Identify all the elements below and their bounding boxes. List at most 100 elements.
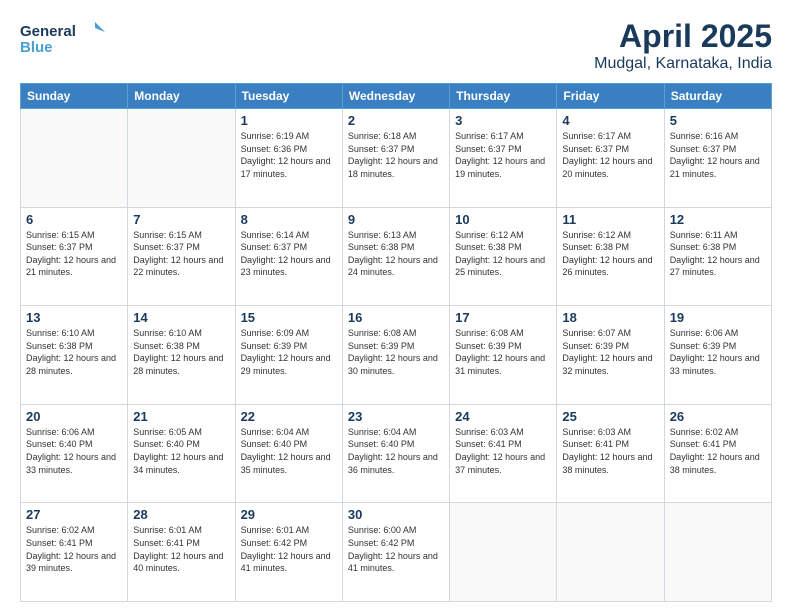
day-number: 9 xyxy=(348,212,444,227)
calendar-cell: 16Sunrise: 6:08 AM Sunset: 6:39 PM Dayli… xyxy=(342,306,449,405)
day-number: 12 xyxy=(670,212,766,227)
day-number: 11 xyxy=(562,212,658,227)
day-number: 5 xyxy=(670,113,766,128)
day-info: Sunrise: 6:07 AM Sunset: 6:39 PM Dayligh… xyxy=(562,327,658,377)
logo: General Blue xyxy=(20,18,110,67)
day-number: 4 xyxy=(562,113,658,128)
day-info: Sunrise: 6:12 AM Sunset: 6:38 PM Dayligh… xyxy=(455,229,551,279)
calendar-cell: 23 Sunrise: 6:04 AM Sunset: 6:40 PM Dayli… xyxy=(342,404,449,503)
calendar-cell: 19 Sunrise: 6:06 AM Sunset: 6:39 PM Dayli… xyxy=(664,306,771,405)
day-number: 14 xyxy=(133,310,229,325)
svg-text:General: General xyxy=(20,23,76,40)
calendar-cell: 5 Sunrise: 6:16 AM Sunset: 6:37 PM Daylig… xyxy=(664,109,771,208)
day-info: Sunrise: 6:03 AM Sunset: 6:41 PM Dayligh… xyxy=(562,426,658,476)
day-number: 23 xyxy=(348,409,444,424)
calendar-cell: 25 Sunrise: 6:03 AM Sunset: 6:41 PM Dayli… xyxy=(557,404,664,503)
calendar-cell: 24 Sunrise: 6:03 AM Sunset: 6:41 PM Dayli… xyxy=(450,404,557,503)
day-info: Sunrise: 6:02 AM Sunset: 6:41 PM Dayligh… xyxy=(26,524,122,574)
day-number: 25 xyxy=(562,409,658,424)
calendar-cell xyxy=(557,503,664,602)
calendar-cell: 10 Sunrise: 6:12 AM Sunset: 6:38 PM Dayli… xyxy=(450,207,557,306)
day-info: Sunrise: 6:00 AM Sunset: 6:42 PM Dayligh… xyxy=(348,524,444,574)
title-area: April 2025 Mudgal, Karnataka, India xyxy=(594,18,772,73)
day-info: Sunrise: 6:03 AM Sunset: 6:41 PM Dayligh… xyxy=(455,426,551,476)
day-number: 8 xyxy=(241,212,337,227)
day-number: 24 xyxy=(455,409,551,424)
calendar-cell: 2 Sunrise: 6:18 AM Sunset: 6:37 PM Daylig… xyxy=(342,109,449,208)
day-info: Sunrise: 6:11 AM Sunset: 6:38 PM Dayligh… xyxy=(670,229,766,279)
day-number: 6 xyxy=(26,212,122,227)
day-info: Sunrise: 6:15 AM Sunset: 6:37 PM Dayligh… xyxy=(133,229,229,279)
calendar-cell: 29Sunrise: 6:01 AM Sunset: 6:42 PM Dayli… xyxy=(235,503,342,602)
calendar-week-row: 1 Sunrise: 6:19 AM Sunset: 6:36 PM Daylig… xyxy=(21,109,772,208)
calendar-week-row: 6 Sunrise: 6:15 AM Sunset: 6:37 PM Daylig… xyxy=(21,207,772,306)
day-info: Sunrise: 6:15 AM Sunset: 6:37 PM Dayligh… xyxy=(26,229,122,279)
calendar-cell: 8 Sunrise: 6:14 AM Sunset: 6:37 PM Daylig… xyxy=(235,207,342,306)
day-number: 13 xyxy=(26,310,122,325)
day-number: 28 xyxy=(133,507,229,522)
day-number: 22 xyxy=(241,409,337,424)
calendar-cell: 18Sunrise: 6:07 AM Sunset: 6:39 PM Dayli… xyxy=(557,306,664,405)
calendar-day-header: Thursday xyxy=(450,84,557,109)
day-info: Sunrise: 6:05 AM Sunset: 6:40 PM Dayligh… xyxy=(133,426,229,476)
day-info: Sunrise: 6:17 AM Sunset: 6:37 PM Dayligh… xyxy=(562,130,658,180)
calendar-cell: 14Sunrise: 6:10 AM Sunset: 6:38 PM Dayli… xyxy=(128,306,235,405)
day-info: Sunrise: 6:06 AM Sunset: 6:39 PM Dayligh… xyxy=(670,327,766,377)
day-number: 20 xyxy=(26,409,122,424)
calendar-cell: 17Sunrise: 6:08 AM Sunset: 6:39 PM Dayli… xyxy=(450,306,557,405)
calendar-table: SundayMondayTuesdayWednesdayThursdayFrid… xyxy=(20,83,772,602)
day-info: Sunrise: 6:09 AM Sunset: 6:39 PM Dayligh… xyxy=(241,327,337,377)
svg-text:Blue: Blue xyxy=(20,39,53,56)
day-number: 1 xyxy=(241,113,337,128)
day-info: Sunrise: 6:01 AM Sunset: 6:41 PM Dayligh… xyxy=(133,524,229,574)
day-number: 3 xyxy=(455,113,551,128)
calendar-cell: 7 Sunrise: 6:15 AM Sunset: 6:37 PM Daylig… xyxy=(128,207,235,306)
calendar-cell: 11Sunrise: 6:12 AM Sunset: 6:38 PM Dayli… xyxy=(557,207,664,306)
day-number: 2 xyxy=(348,113,444,128)
calendar-cell xyxy=(128,109,235,208)
day-info: Sunrise: 6:06 AM Sunset: 6:40 PM Dayligh… xyxy=(26,426,122,476)
calendar-week-row: 13Sunrise: 6:10 AM Sunset: 6:38 PM Dayli… xyxy=(21,306,772,405)
calendar-day-header: Sunday xyxy=(21,84,128,109)
page: General Blue April 2025 Mudgal, Karnatak… xyxy=(0,0,792,612)
day-info: Sunrise: 6:02 AM Sunset: 6:41 PM Dayligh… xyxy=(670,426,766,476)
calendar-cell: 15 Sunrise: 6:09 AM Sunset: 6:39 PM Dayli… xyxy=(235,306,342,405)
calendar-cell: 3Sunrise: 6:17 AM Sunset: 6:37 PM Daylig… xyxy=(450,109,557,208)
calendar-day-header: Saturday xyxy=(664,84,771,109)
calendar-cell: 26Sunrise: 6:02 AM Sunset: 6:41 PM Dayli… xyxy=(664,404,771,503)
calendar-day-header: Tuesday xyxy=(235,84,342,109)
day-number: 15 xyxy=(241,310,337,325)
calendar-cell: 20 Sunrise: 6:06 AM Sunset: 6:40 PM Dayli… xyxy=(21,404,128,503)
calendar-day-header: Monday xyxy=(128,84,235,109)
day-number: 30 xyxy=(348,507,444,522)
calendar-header-row: SundayMondayTuesdayWednesdayThursdayFrid… xyxy=(21,84,772,109)
calendar-cell: 6 Sunrise: 6:15 AM Sunset: 6:37 PM Daylig… xyxy=(21,207,128,306)
calendar-cell: 9 Sunrise: 6:13 AM Sunset: 6:38 PM Daylig… xyxy=(342,207,449,306)
header: General Blue April 2025 Mudgal, Karnatak… xyxy=(20,18,772,73)
calendar-subtitle: Mudgal, Karnataka, India xyxy=(594,55,772,73)
calendar-cell xyxy=(664,503,771,602)
day-info: Sunrise: 6:13 AM Sunset: 6:38 PM Dayligh… xyxy=(348,229,444,279)
day-number: 17 xyxy=(455,310,551,325)
day-info: Sunrise: 6:14 AM Sunset: 6:37 PM Dayligh… xyxy=(241,229,337,279)
day-info: Sunrise: 6:18 AM Sunset: 6:37 PM Dayligh… xyxy=(348,130,444,180)
day-info: Sunrise: 6:16 AM Sunset: 6:37 PM Dayligh… xyxy=(670,130,766,180)
calendar-cell: 22Sunrise: 6:04 AM Sunset: 6:40 PM Dayli… xyxy=(235,404,342,503)
calendar-cell: 4 Sunrise: 6:17 AM Sunset: 6:37 PM Daylig… xyxy=(557,109,664,208)
day-number: 19 xyxy=(670,310,766,325)
day-info: Sunrise: 6:08 AM Sunset: 6:39 PM Dayligh… xyxy=(348,327,444,377)
day-number: 10 xyxy=(455,212,551,227)
logo-icon: General Blue xyxy=(20,18,110,62)
calendar-day-header: Friday xyxy=(557,84,664,109)
calendar-cell: 13Sunrise: 6:10 AM Sunset: 6:38 PM Dayli… xyxy=(21,306,128,405)
calendar-cell: 30 Sunrise: 6:00 AM Sunset: 6:42 PM Dayli… xyxy=(342,503,449,602)
calendar-cell: 28 Sunrise: 6:01 AM Sunset: 6:41 PM Dayli… xyxy=(128,503,235,602)
calendar-cell xyxy=(21,109,128,208)
calendar-day-header: Wednesday xyxy=(342,84,449,109)
day-info: Sunrise: 6:01 AM Sunset: 6:42 PM Dayligh… xyxy=(241,524,337,574)
day-info: Sunrise: 6:19 AM Sunset: 6:36 PM Dayligh… xyxy=(241,130,337,180)
calendar-cell: 21Sunrise: 6:05 AM Sunset: 6:40 PM Dayli… xyxy=(128,404,235,503)
calendar-cell: 1 Sunrise: 6:19 AM Sunset: 6:36 PM Daylig… xyxy=(235,109,342,208)
day-info: Sunrise: 6:04 AM Sunset: 6:40 PM Dayligh… xyxy=(348,426,444,476)
day-number: 7 xyxy=(133,212,229,227)
